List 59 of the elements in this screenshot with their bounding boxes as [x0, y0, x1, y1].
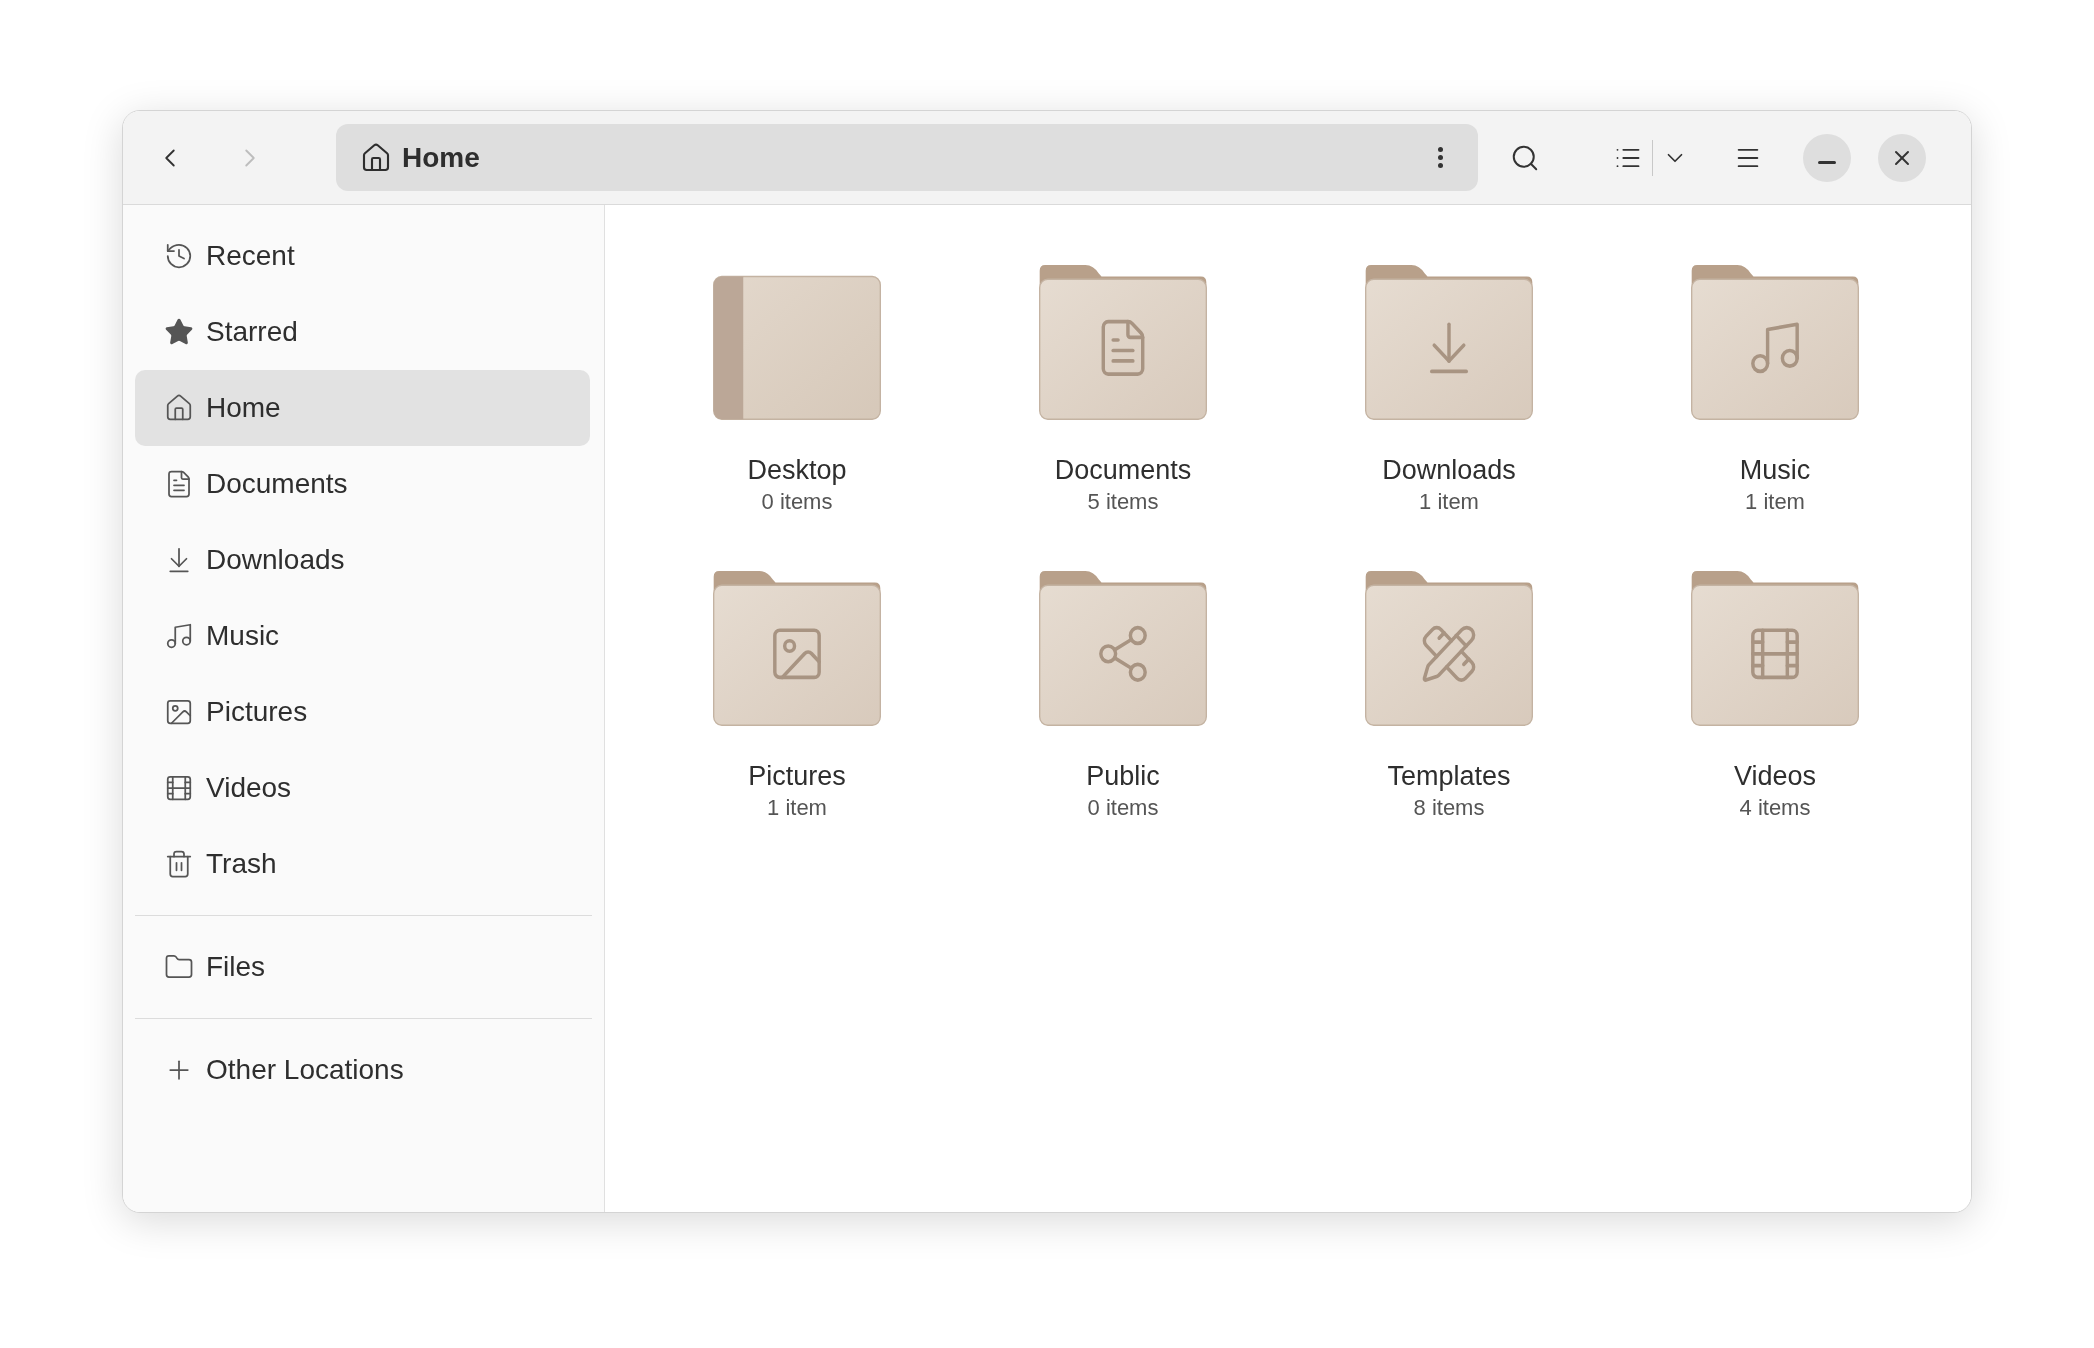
sidebar-item[interactable]: Recent: [135, 218, 590, 294]
close-button[interactable]: [1878, 133, 1926, 182]
sidebar-label: Videos: [206, 771, 292, 805]
sidebar-label: Trash: [206, 847, 277, 881]
folder-item[interactable]: Templates 8 items: [1286, 571, 1612, 823]
film-icon: [164, 773, 194, 803]
sidebar-label: Home: [206, 391, 281, 425]
sidebar-label: Starred: [206, 315, 298, 349]
trash-icon: [164, 849, 194, 879]
sidebar-label: Files: [206, 950, 266, 984]
sidebar-label: Recent: [206, 239, 295, 273]
item-count: 0 items: [761, 488, 833, 516]
item-count: 0 items: [1087, 794, 1159, 822]
sidebar-label: Other Locations: [206, 1053, 404, 1087]
sidebar-label: Documents: [206, 467, 348, 501]
item-count: 1 item: [1419, 488, 1479, 516]
star-icon: [164, 317, 194, 347]
sidebar-item[interactable]: Documents: [135, 446, 590, 522]
sidebar-label: Downloads: [206, 543, 345, 577]
sidebar-item[interactable]: Trash: [135, 826, 590, 902]
sidebar-item[interactable]: Videos: [135, 750, 590, 826]
folder-name: Public: [1086, 760, 1160, 793]
folder-item[interactable]: Documents 5 items: [960, 265, 1286, 517]
sidebar-item[interactable]: Home: [135, 370, 590, 446]
folder-name: Music: [1739, 454, 1811, 487]
minimize-icon: [1818, 161, 1836, 164]
picture-icon: [164, 697, 194, 727]
folder-name: Videos: [1733, 760, 1817, 793]
sidebar-item[interactable]: Other Locations: [135, 1032, 590, 1108]
clock-icon: [164, 241, 194, 271]
folder-item[interactable]: Pictures 1 item: [634, 571, 960, 823]
folder-name: Desktop: [747, 454, 847, 487]
folder-item[interactable]: Music 1 item: [1612, 265, 1938, 517]
folder-name: Templates: [1387, 760, 1511, 793]
folder-item[interactable]: Downloads 1 item: [1286, 265, 1612, 517]
folder-item[interactable]: Videos 4 items: [1612, 571, 1938, 823]
sidebar-item[interactable]: Downloads: [135, 522, 590, 598]
sidebar-label: Music: [206, 619, 280, 653]
item-count: 8 items: [1413, 794, 1485, 822]
folder-item[interactable]: Public 0 items: [960, 571, 1286, 823]
path-button[interactable]: Home: [402, 136, 480, 179]
sidebar-item[interactable]: Files: [135, 929, 590, 1005]
sidebar-item[interactable]: Pictures: [135, 674, 590, 750]
item-count: 1 item: [767, 794, 827, 822]
vertical-dots-icon: [1437, 147, 1443, 168]
item-count: 5 items: [1087, 488, 1159, 516]
sidebar-item[interactable]: Starred: [135, 294, 590, 370]
folder-item[interactable]: Desktop 0 items: [634, 265, 960, 517]
folder-name: Downloads: [1382, 454, 1516, 487]
music-note-icon: [164, 621, 194, 651]
minimize-button[interactable]: [1803, 133, 1851, 182]
folder-name: Pictures: [748, 760, 846, 793]
sidebar-label: Pictures: [206, 695, 308, 729]
item-count: 4 items: [1739, 794, 1811, 822]
item-count: 1 item: [1745, 488, 1805, 516]
home-icon: [360, 141, 392, 174]
home-icon: [164, 393, 194, 423]
sidebar-item[interactable]: Music: [135, 598, 590, 674]
folder-name: Documents: [1054, 454, 1192, 487]
